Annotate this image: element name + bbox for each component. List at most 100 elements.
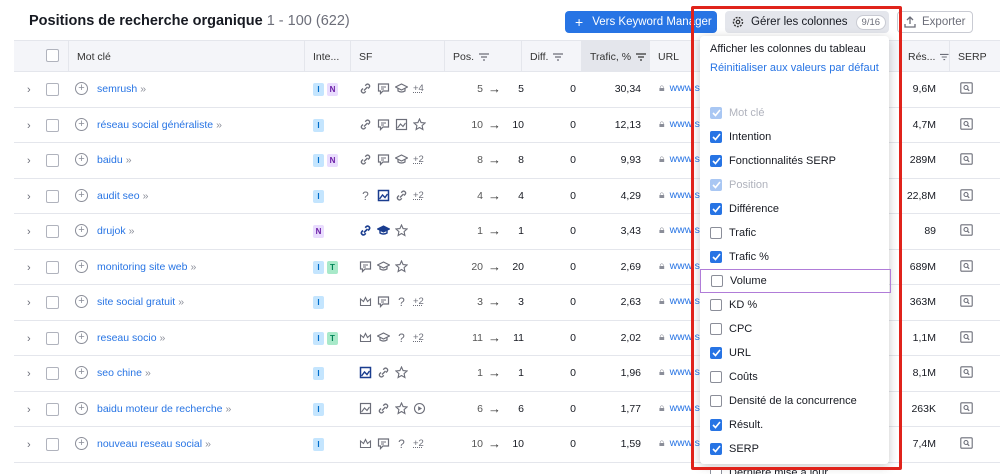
expand-chevron-icon[interactable]: › bbox=[27, 155, 31, 167]
keyword-link[interactable]: semrush» bbox=[97, 83, 146, 95]
column-option-densite-de-la-concurrence[interactable]: Densité de la concurrence bbox=[700, 389, 889, 413]
column-option-checkbox[interactable] bbox=[710, 299, 722, 311]
column-serp[interactable]: SERP bbox=[949, 41, 1000, 72]
column-option-checkbox[interactable] bbox=[711, 275, 723, 287]
add-keyword-icon[interactable]: + bbox=[75, 366, 88, 379]
expand-chevron-icon[interactable]: › bbox=[27, 439, 31, 451]
row-checkbox[interactable] bbox=[46, 260, 59, 274]
column-intent[interactable]: Inte... bbox=[304, 41, 350, 72]
column-option-volume[interactable]: Volume bbox=[700, 269, 891, 293]
column-option-checkbox[interactable] bbox=[710, 323, 722, 335]
column-option-checkbox[interactable] bbox=[710, 251, 722, 263]
column-option-checkbox[interactable] bbox=[710, 467, 722, 474]
column-option-intention[interactable]: Intention bbox=[700, 125, 889, 149]
row-checkbox[interactable] bbox=[46, 189, 59, 203]
row-checkbox[interactable] bbox=[46, 296, 59, 309]
sf-more-link[interactable]: +2 bbox=[413, 154, 424, 165]
keyword-link[interactable]: baidu» bbox=[97, 154, 132, 166]
expand-chevron-icon[interactable]: › bbox=[27, 191, 31, 203]
expand-chevron-icon[interactable]: › bbox=[27, 297, 31, 309]
expand-chevron-icon[interactable]: › bbox=[27, 84, 31, 96]
serp-snapshot-icon[interactable] bbox=[960, 366, 973, 378]
sf-more-link[interactable]: +2 bbox=[413, 296, 424, 307]
sf-more-link[interactable]: +4 bbox=[413, 83, 424, 94]
column-option-couts[interactable]: Coûts bbox=[700, 365, 889, 389]
column-traffic-percent[interactable]: Trafic, % bbox=[581, 41, 649, 72]
add-keyword-icon[interactable]: + bbox=[75, 437, 88, 450]
add-keyword-icon[interactable]: + bbox=[75, 259, 88, 273]
column-option-checkbox[interactable] bbox=[710, 203, 722, 215]
expand-chevron-icon[interactable]: › bbox=[27, 368, 31, 380]
row-checkbox[interactable] bbox=[46, 438, 59, 451]
column-option-checkbox[interactable] bbox=[710, 371, 722, 383]
row-checkbox[interactable] bbox=[46, 83, 59, 96]
column-difference[interactable]: Diff. bbox=[521, 41, 581, 72]
column-option-result[interactable]: Résult. bbox=[700, 413, 889, 437]
serp-snapshot-icon[interactable] bbox=[960, 82, 973, 94]
sf-more-link[interactable]: +2 bbox=[413, 332, 424, 343]
serp-snapshot-icon[interactable] bbox=[960, 437, 973, 449]
column-option-trafic[interactable]: Trafic % bbox=[700, 245, 889, 269]
keyword-link[interactable]: nouveau reseau social» bbox=[97, 438, 211, 450]
url-link[interactable]: 🔒︎ www.s bbox=[659, 153, 700, 166]
serp-snapshot-icon[interactable] bbox=[960, 295, 973, 307]
url-link[interactable]: 🔒︎ www.s bbox=[659, 189, 700, 202]
add-keyword-icon[interactable]: + bbox=[75, 224, 88, 237]
column-option-derniere-mise-a-jour[interactable]: Dernière mise à jour bbox=[700, 461, 889, 474]
add-keyword-icon[interactable]: + bbox=[75, 401, 88, 415]
expand-chevron-icon[interactable]: › bbox=[27, 120, 31, 132]
row-checkbox[interactable] bbox=[46, 402, 59, 416]
column-option-url[interactable]: URL bbox=[700, 341, 889, 365]
url-link[interactable]: 🔒︎ www.s bbox=[659, 224, 700, 237]
row-checkbox[interactable] bbox=[46, 225, 59, 238]
url-link[interactable]: 🔒︎ www.s bbox=[659, 82, 700, 95]
keyword-link[interactable]: monitoring site web» bbox=[97, 261, 196, 273]
column-keyword[interactable]: Mot clé bbox=[68, 41, 304, 72]
row-checkbox[interactable] bbox=[46, 331, 59, 345]
column-option-serp[interactable]: SERP bbox=[700, 437, 889, 461]
select-all-checkbox[interactable] bbox=[46, 49, 59, 62]
column-option-checkbox[interactable] bbox=[710, 419, 722, 431]
sf-more-link[interactable]: +2 bbox=[413, 438, 424, 449]
keyword-link[interactable]: site social gratuit» bbox=[97, 296, 184, 308]
manage-columns-button[interactable]: Gérer les colonnes 9/16 bbox=[725, 11, 889, 33]
serp-snapshot-icon[interactable] bbox=[960, 188, 973, 201]
url-link[interactable]: 🔒︎ www.s bbox=[659, 437, 700, 450]
expand-chevron-icon[interactable]: › bbox=[27, 226, 31, 238]
url-link[interactable]: 🔒︎ www.s bbox=[659, 331, 700, 344]
column-position[interactable]: Pos. bbox=[444, 41, 521, 72]
add-keyword-icon[interactable]: + bbox=[75, 82, 88, 95]
column-option-checkbox[interactable] bbox=[710, 227, 722, 239]
expand-chevron-icon[interactable]: › bbox=[27, 333, 31, 345]
serp-snapshot-icon[interactable] bbox=[960, 259, 973, 272]
serp-snapshot-icon[interactable] bbox=[960, 330, 973, 343]
url-link[interactable]: 🔒︎ www.s bbox=[659, 260, 700, 273]
column-option-checkbox[interactable] bbox=[710, 131, 722, 143]
serp-snapshot-icon[interactable] bbox=[960, 117, 973, 130]
column-results[interactable]: Rés... bbox=[899, 41, 949, 72]
column-option-checkbox[interactable] bbox=[710, 395, 722, 407]
keyword-link[interactable]: réseau social généraliste» bbox=[97, 119, 222, 131]
keyword-link[interactable]: baidu moteur de recherche» bbox=[97, 403, 231, 415]
expand-chevron-icon[interactable]: › bbox=[27, 262, 31, 274]
keyword-link[interactable]: reseau socio» bbox=[97, 332, 165, 344]
export-button[interactable]: Exporter bbox=[897, 11, 973, 33]
url-link[interactable]: 🔒︎ www.s bbox=[659, 366, 700, 379]
add-keyword-icon[interactable]: + bbox=[75, 153, 88, 166]
column-sf[interactable]: SF bbox=[350, 41, 444, 72]
column-option-fonctionnalites-serp[interactable]: Fonctionnalités SERP bbox=[700, 149, 889, 173]
url-link[interactable]: 🔒︎ www.s bbox=[659, 402, 700, 415]
column-option-checkbox[interactable] bbox=[710, 443, 722, 455]
add-keyword-icon[interactable]: + bbox=[75, 330, 88, 344]
keyword-link[interactable]: drujok» bbox=[97, 225, 134, 237]
sf-more-link[interactable]: +2 bbox=[413, 190, 424, 201]
keyword-link[interactable]: seo chine» bbox=[97, 367, 151, 379]
url-link[interactable]: 🔒︎ www.s bbox=[659, 118, 700, 131]
serp-snapshot-icon[interactable] bbox=[960, 224, 973, 236]
add-keyword-icon[interactable]: + bbox=[75, 295, 88, 308]
keyword-manager-button[interactable]: + Vers Keyword Manager bbox=[565, 11, 717, 33]
add-keyword-icon[interactable]: + bbox=[75, 117, 88, 131]
column-option-kd[interactable]: KD % bbox=[700, 293, 889, 317]
column-option-trafic[interactable]: Trafic bbox=[700, 221, 889, 245]
add-keyword-icon[interactable]: + bbox=[75, 188, 88, 202]
